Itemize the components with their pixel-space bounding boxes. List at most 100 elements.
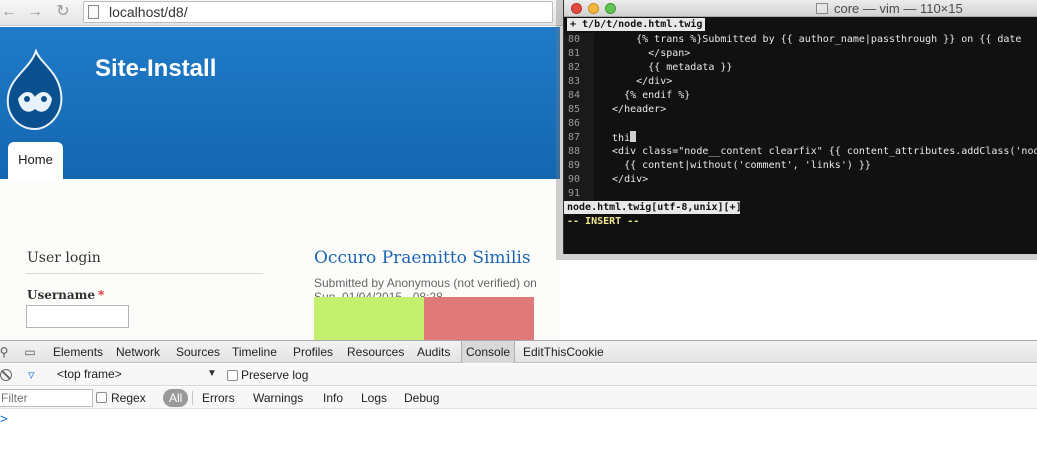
page-icon [88,5,99,19]
username-input[interactable] [26,305,129,328]
tab-elements[interactable]: Elements [49,341,107,363]
code-line: 83 </div> [564,75,1037,89]
vim-tabline[interactable]: + t/b/t/node.html.twig [567,18,706,31]
user-login-title: User login [27,250,101,266]
node-title[interactable]: Occuro Praemitto Similis [314,248,531,268]
code-line: 82 {{ metadata }} [564,61,1037,75]
console-filter-input[interactable] [0,389,93,407]
tab-audits[interactable]: Audits [413,341,454,363]
level-info-button[interactable]: Info [323,391,343,405]
code-text: thi [600,133,631,144]
code-line: 89 {{ content|without('comment', 'links'… [564,159,1037,173]
divider [192,391,193,405]
level-debug-button[interactable]: Debug [404,391,439,405]
username-label-text: Username [27,288,96,302]
vim-statusline: node.html.twig[utf-8,unix][+] [564,201,742,214]
code-line: 85 </header> [564,103,1037,117]
divider [26,273,263,274]
devtools-toolbar: ⚲ ▭ Elements Network Sources Timeline Pr… [0,340,1037,363]
code-text: </div> [600,76,673,87]
line-number: 90 [564,173,594,187]
code-text: {{ metadata }} [600,62,733,73]
line-number: 81 [564,47,594,61]
filter-icon[interactable]: ▿ [28,368,42,382]
code-line: 81 </span> [564,47,1037,61]
address-bar[interactable]: localhost/d8/ [83,1,553,23]
url-text: localhost/d8/ [109,4,188,20]
maximize-icon[interactable] [605,3,616,14]
code-text: <div class="node__content clearfix" {{ c… [600,146,1037,157]
code-text: {{ content|without('comment', 'links') }… [600,160,871,171]
code-line: 86 [564,117,1037,131]
line-number: 87 [564,131,594,145]
frame-select[interactable]: <top frame> [57,367,122,381]
code-text: {% trans %}Submitted by {{ author_name|p… [600,34,1022,45]
code-text-with-cursor: thi [600,131,637,146]
tab-home[interactable]: Home [8,142,63,179]
code-text: {% endif %} [600,90,691,101]
line-number: 91 [564,187,594,201]
vim-buffer[interactable]: + t/b/t/node.html.twig 80 {% trans %}Sub… [564,17,1037,254]
line-number: 89 [564,159,594,173]
regex-label[interactable]: Regex [111,391,146,405]
username-label: Username * [27,288,104,302]
tab-editthiscookie[interactable]: EditThisCookie [519,341,608,363]
code-line-current: 87 thi [564,131,1037,145]
level-all-button[interactable]: All [163,389,189,407]
close-icon[interactable] [571,3,582,14]
preserve-log-label[interactable]: Preserve log [241,368,308,382]
image-segment-green [314,297,424,340]
tab-resources[interactable]: Resources [343,341,408,363]
console-prompt[interactable]: > [0,412,8,427]
text-cursor [630,131,637,142]
line-number: 86 [564,117,594,131]
regex-checkbox[interactable] [96,392,107,403]
minimize-icon[interactable] [588,3,599,14]
tab-sources[interactable]: Sources [172,341,224,363]
tab-profiles[interactable]: Profiles [289,341,337,363]
node-image [314,297,534,340]
vim-mode-indicator: -- INSERT -- [567,216,640,227]
console-filter-bar: Regex All Errors Warnings Info Logs Debu… [0,387,1037,409]
forward-button[interactable]: → [26,3,44,21]
terminal-window[interactable]: core — vim — 110×15 + t/b/t/node.html.tw… [563,0,1037,254]
drupal-logo-icon[interactable] [6,49,64,131]
code-text: </div> [600,174,649,185]
console-toolbar: ▿ <top frame> ▼ Preserve log [0,364,1037,386]
line-number: 88 [564,145,594,159]
level-logs-button[interactable]: Logs [361,391,387,405]
required-mark: * [98,288,105,302]
tab-network[interactable]: Network [112,341,164,363]
device-mode-icon[interactable]: ▭ [23,345,37,359]
terminal-titlebar[interactable]: core — vim — 110×15 [564,0,1037,17]
clear-console-icon[interactable] [0,369,12,381]
code-line: 80 {% trans %}Submitted by {{ author_nam… [564,33,1037,47]
level-errors-button[interactable]: Errors [202,391,235,405]
code-text: </header> [600,104,667,115]
console-output[interactable]: > [0,410,1037,467]
site-name[interactable]: Site-Install [95,55,216,83]
reload-button[interactable]: ↻ [54,3,72,21]
line-number: 85 [564,103,594,117]
tab-console[interactable]: Console [461,341,516,363]
dropdown-arrow-icon[interactable]: ▼ [207,368,217,379]
code-line: 84 {% endif %} [564,89,1037,103]
terminal-title: core — vim — 110×15 [834,1,963,16]
site-header: Site-Install Home [0,27,560,179]
code-text: </span> [600,48,691,59]
line-number: 82 [564,61,594,75]
level-warnings-button[interactable]: Warnings [253,391,303,405]
preserve-log-checkbox[interactable] [227,370,238,381]
line-number: 80 [564,33,594,47]
code-line: 90 </div> [564,173,1037,187]
line-number: 83 [564,75,594,89]
folder-icon [816,3,828,14]
search-icon[interactable]: ⚲ [0,345,11,359]
back-button[interactable]: ← [0,3,18,21]
tab-timeline[interactable]: Timeline [228,341,281,363]
main-content: User login Username * Occuro Praemitto Si… [0,179,560,340]
line-number: 84 [564,89,594,103]
code-line: 88 <div class="node__content clearfix" {… [564,145,1037,159]
code-line: 91 [564,187,1037,201]
image-segment-red [424,297,534,340]
